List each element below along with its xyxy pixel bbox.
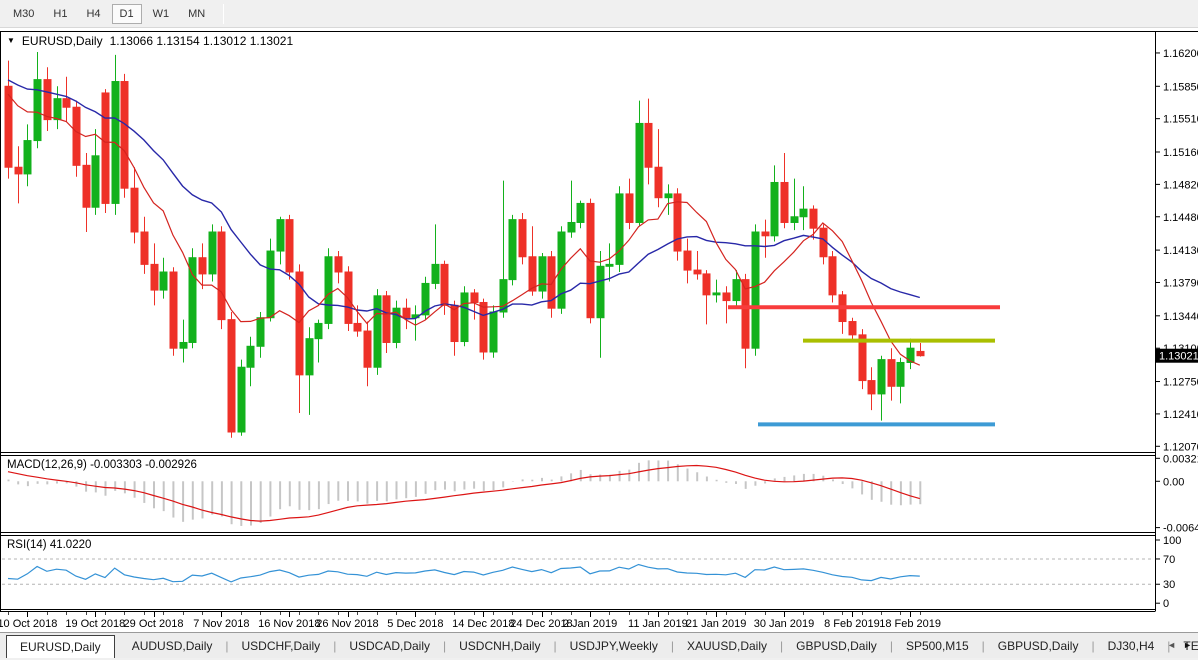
chart-tab-xauusd-daily[interactable]: XAUUSD,Daily xyxy=(674,635,780,658)
price-axis[interactable] xyxy=(1155,32,1198,608)
chart-tab-audusd-daily[interactable]: AUDUSD,Daily xyxy=(119,635,226,658)
chart-tab-usdcnh-daily[interactable]: USDCNH,Daily xyxy=(446,635,553,658)
chart-tab-sp500-m15[interactable]: SP500,M15 xyxy=(893,635,982,658)
main-price-pane[interactable] xyxy=(0,32,1155,452)
chart-tab-usdchf-daily[interactable]: USDCHF,Daily xyxy=(229,635,334,658)
timeframe-button-m30[interactable]: M30 xyxy=(5,4,42,24)
chart-window: 1.162001.158501.155101.151601.148201.144… xyxy=(0,28,1198,632)
timeframe-button-mn[interactable]: MN xyxy=(180,4,213,24)
chart-tab-eurusd-daily[interactable]: EURUSD,Daily xyxy=(6,635,115,658)
chart-tab-usdcad-daily[interactable]: USDCAD,Daily xyxy=(336,635,443,658)
timeframe-button-h4[interactable]: H4 xyxy=(78,4,108,24)
timeframe-button-d1[interactable]: D1 xyxy=(112,4,142,24)
chart-tab-gbpusd-daily[interactable]: GBPUSD,Daily xyxy=(783,635,890,658)
tab-scroll-right-icon[interactable]: ► xyxy=(1183,640,1192,650)
terminal-window: M30H1H4D1W1MN 1.162001.158501.155101.151… xyxy=(0,0,1198,660)
timeframe-buttons: M30H1H4D1W1MN xyxy=(5,4,216,24)
chart-tab-bar: EURUSD,DailyAUDUSD,Daily|USDCHF,Daily|US… xyxy=(0,632,1198,658)
rsi-pane[interactable] xyxy=(0,536,1155,608)
chart-tab-gbpusd-daily[interactable]: GBPUSD,Daily xyxy=(985,635,1092,658)
date-axis[interactable] xyxy=(0,612,1155,632)
timeframe-toolbar: M30H1H4D1W1MN xyxy=(0,0,1198,28)
timeframe-button-h1[interactable]: H1 xyxy=(45,4,75,24)
macd-pane[interactable] xyxy=(0,456,1155,532)
chart-tab-usdjpy-weekly[interactable]: USDJPY,Weekly xyxy=(557,635,671,658)
tab-scroll-left-icon[interactable]: ◄ xyxy=(1167,640,1176,650)
timeframe-button-w1[interactable]: W1 xyxy=(145,4,178,24)
toolbar-divider xyxy=(223,4,224,24)
chart-tab-dj30-h4[interactable]: DJ30,H4 xyxy=(1095,635,1168,658)
